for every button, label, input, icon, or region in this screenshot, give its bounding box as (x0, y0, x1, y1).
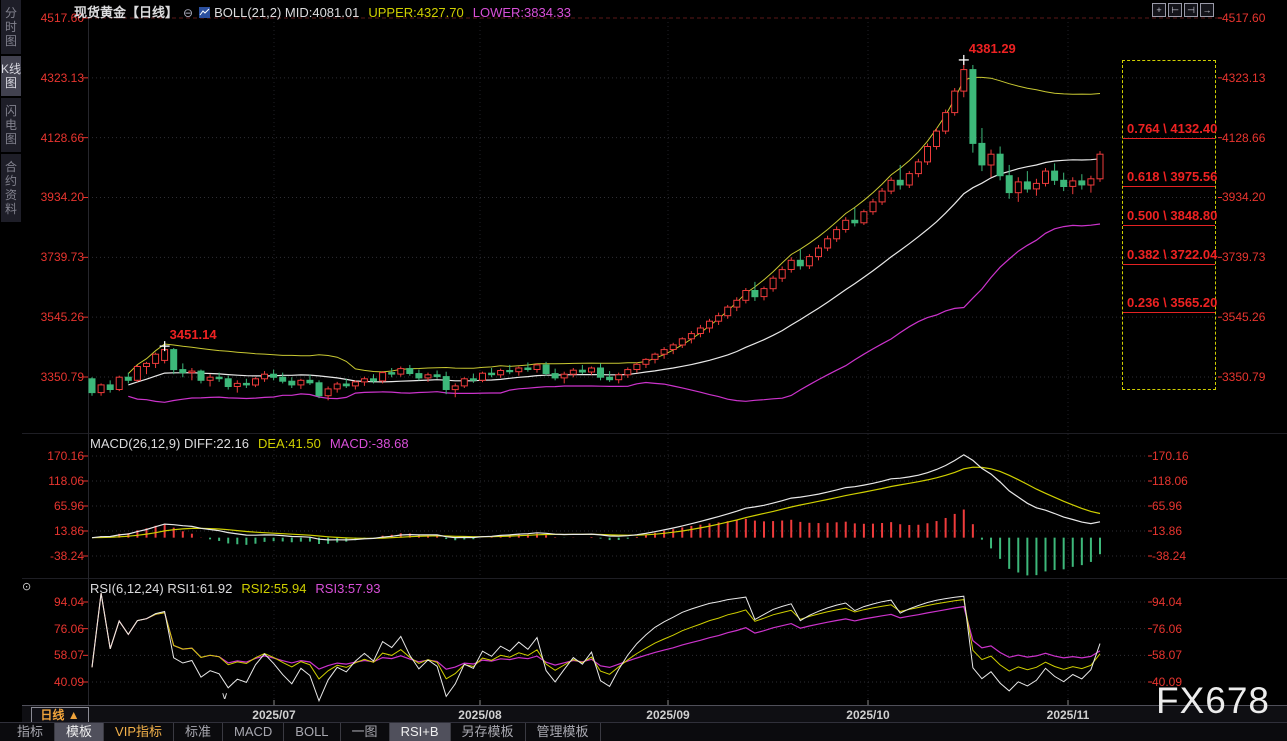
price-axis-label-right: 3545.26 (1222, 310, 1284, 324)
macd-axis-label-left: 65.96 (22, 499, 84, 513)
tab-6[interactable]: 一图 (341, 723, 390, 741)
macd-axis-label-left: -38.24 (22, 549, 84, 563)
price-axis-label-right: 4517.60 (1222, 11, 1284, 25)
pan-right-icon[interactable]: → (1200, 3, 1214, 17)
toolbar: + ⊢ ⊣ → (1152, 3, 1214, 17)
sidebar-item-1[interactable]: K线图 (1, 56, 21, 96)
fib-line-0 (1123, 138, 1215, 139)
macd-axis-label-left: 13.86 (22, 524, 84, 538)
price-annotation-0: 3451.14 (170, 327, 217, 342)
x-axis-label: 2025/11 (1038, 708, 1098, 722)
price-axis-label-right: 3739.73 (1222, 250, 1284, 264)
fib-line-2 (1123, 225, 1215, 226)
macd-axis-label-left: 170.16 (22, 449, 84, 463)
rsi-axis-label-right: 76.06 (1152, 622, 1214, 636)
price-axis-label-right: 4323.13 (1222, 71, 1284, 85)
fib-label-3: 0.382 \ 3722.04 (1127, 247, 1217, 262)
macd-axis-label-right: 118.06 (1152, 474, 1214, 488)
fib-label-2: 0.500 \ 3848.80 (1127, 208, 1217, 223)
price-axis-label-right: 4128.66 (1222, 131, 1284, 145)
sidebar-item-0[interactable]: 分时图 (1, 0, 21, 54)
price-axis-label-right: 3934.20 (1222, 190, 1284, 204)
rsi-axis-label-left: 58.07 (22, 648, 84, 662)
fib-label-1: 0.618 \ 3975.56 (1127, 169, 1217, 184)
period-selector[interactable]: 日线 ▲ (31, 707, 89, 723)
boll-label: BOLL(21,2) (214, 5, 281, 20)
crosshair-icon[interactable]: + (1152, 3, 1166, 17)
rsi1-value: RSI1:61.92 (167, 581, 232, 596)
macd-axis-label-right: 170.16 (1152, 449, 1214, 463)
tab-8[interactable]: 另存模板 (451, 723, 526, 741)
tab-0[interactable]: 指标 (6, 723, 55, 741)
macd-axis-label-right: 65.96 (1152, 499, 1214, 513)
macd-header: MACD(26,12,9) DIFF:22.16 DEA:41.50 MACD:-3… (90, 436, 409, 451)
price-axis-label-left: 3934.20 (22, 190, 84, 204)
axis-scale-right-icon[interactable]: ⊣ (1184, 3, 1198, 17)
macd-axis-label-right: -38.24 (1152, 549, 1214, 563)
tab-9[interactable]: 管理模板 (526, 723, 601, 741)
boll-lower-value: LOWER:3834.33 (473, 5, 571, 20)
sidebar-item-3[interactable]: 合约资料 (1, 154, 21, 222)
boll-upper-value: UPPER:4327.70 (368, 5, 463, 20)
rsi-axis-label-left: 40.09 (22, 675, 84, 689)
main-header: 现货黄金【日线】 ⊖ BOLL(21,2) MID:4081.01 UPPER:432… (74, 2, 571, 21)
price-axis-label-right: 3350.79 (1222, 370, 1284, 384)
rsi-axis-label-right: 94.04 (1152, 595, 1214, 609)
price-axis-label-left: 4323.13 (22, 71, 84, 85)
fib-line-1 (1123, 186, 1215, 187)
macd-axis-label-left: 118.06 (22, 474, 84, 488)
rsi2-value: RSI2:55.94 (241, 581, 306, 596)
x-axis-label: 2025/07 (244, 708, 304, 722)
macd-dea-value: DEA:41.50 (258, 436, 321, 451)
price-axis-label-left: 3545.26 (22, 310, 84, 324)
chart-app: 分时图K线图闪电图合约资料 现货黄金【日线】 ⊖ BOLL(21,2) MID:40… (0, 0, 1287, 741)
sidebar-item-2[interactable]: 闪电图 (1, 98, 21, 152)
symbol-title: 现货黄金【日线】 (74, 5, 178, 20)
x-axis-label: 2025/08 (450, 708, 510, 722)
rsi-axis-label-left: 76.06 (22, 622, 84, 636)
rsi-collapse-icon[interactable]: ⊙ (22, 580, 31, 593)
axis-scale-left-icon[interactable]: ⊢ (1168, 3, 1182, 17)
collapse-icon[interactable]: ⊖ (183, 6, 193, 20)
macd-diff-value: DIFF:22.16 (184, 436, 249, 451)
price-annotation-1: 4381.29 (969, 41, 1016, 56)
rsi-header: RSI(6,12,24) RSI1:61.92 RSI2:55.94 RSI3:57… (90, 581, 380, 596)
fibonacci-retracement-box[interactable]: 0.764 \ 4132.40 0.618 \ 3975.56 0.500 \ 38… (1122, 60, 1216, 390)
tab-5[interactable]: BOLL (284, 723, 340, 741)
indicator-chart-icon (199, 6, 210, 17)
chart-canvas[interactable] (0, 0, 1287, 741)
fib-label-4: 0.236 \ 3565.20 (1127, 295, 1217, 310)
price-axis-label-left: 3350.79 (22, 370, 84, 384)
chart-type-sidebar: 分时图K线图闪电图合约资料 (0, 0, 22, 741)
tab-4[interactable]: MACD (223, 723, 284, 741)
tab-3[interactable]: 标准 (174, 723, 223, 741)
macd-value: MACD:-38.68 (330, 436, 409, 451)
watermark: FX678 (1156, 680, 1270, 722)
tab-1[interactable]: 模板 (55, 723, 104, 741)
fib-label-0: 0.764 \ 4132.40 (1127, 121, 1217, 136)
price-axis-label-left: 4128.66 (22, 131, 84, 145)
boll-mid-value: MID:4081.01 (285, 5, 359, 20)
tab-2[interactable]: VIP指标 (104, 723, 174, 741)
rsi3-value: RSI3:57.93 (315, 581, 380, 596)
fib-line-3 (1123, 264, 1215, 265)
tab-row: 指标模板VIP指标标准MACDBOLL一图RSI+B另存模板管理模板 (0, 722, 1287, 741)
x-axis-label: 2025/09 (638, 708, 698, 722)
macd-axis-label-right: 13.86 (1152, 524, 1214, 538)
price-axis-label-left: 3739.73 (22, 250, 84, 264)
fib-line-4 (1123, 312, 1215, 313)
tab-7[interactable]: RSI+B (390, 723, 451, 741)
macd-title: MACD(26,12,9) (90, 436, 180, 451)
scroll-marker-icon: ∨ (221, 691, 228, 702)
rsi-title: RSI(6,12,24) (90, 581, 164, 596)
x-axis-label: 2025/10 (838, 708, 898, 722)
rsi-axis-label-left: 94.04 (22, 595, 84, 609)
rsi-axis-label-right: 58.07 (1152, 648, 1214, 662)
